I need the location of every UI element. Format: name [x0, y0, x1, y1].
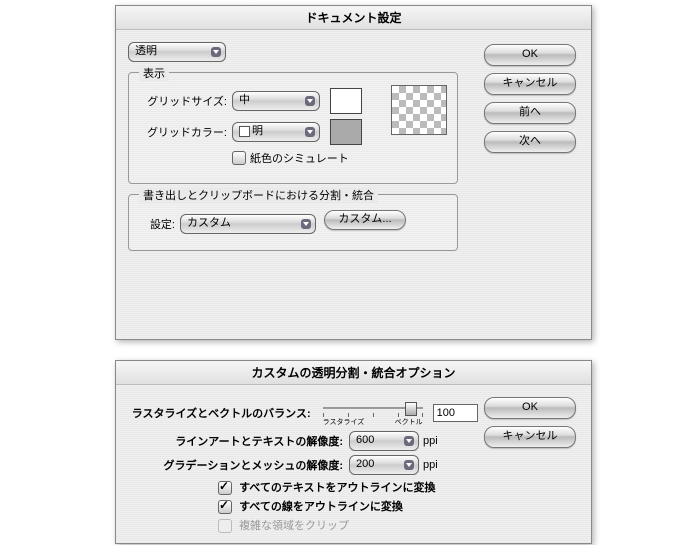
preset-select[interactable]: カスタム: [180, 214, 316, 234]
cancel-button[interactable]: キャンセル: [484, 73, 576, 95]
text-outline-label: すべてのテキストをアウトラインに変換: [239, 482, 435, 494]
balance-slider[interactable]: [323, 399, 423, 417]
gradient-select[interactable]: 200: [349, 455, 419, 475]
gradient-unit: ppi: [423, 459, 438, 471]
display-group: 表示 グリッドサイズ: 中 グリッドカラー: 明 紙色のシミュレート: [128, 72, 458, 184]
ok-button-2[interactable]: OK: [484, 397, 576, 419]
stroke-outline-label: すべての線をアウトラインに変換: [239, 501, 403, 513]
clip-complex-label: 複雑な領域をクリップ: [239, 520, 349, 532]
dialog2-title: カスタムの透明分割・統合オプション: [116, 361, 591, 385]
display-legend: 表示: [139, 65, 169, 81]
lineart-select[interactable]: 600: [349, 431, 419, 451]
section-select[interactable]: 透明: [128, 42, 226, 62]
simulate-paper-checkbox[interactable]: [232, 151, 246, 165]
lineart-label: ラインアートとテキストの解像度:: [128, 433, 343, 449]
ok-button[interactable]: OK: [484, 44, 576, 66]
gradient-label: グラデーションとメッシュの解像度:: [128, 457, 343, 473]
swatch-gray[interactable]: [330, 119, 362, 145]
flatten-group: 書き出しとクリップボードにおける分割・統合 設定: カスタム カスタム...: [128, 194, 458, 251]
grid-color-select[interactable]: 明: [232, 122, 320, 142]
grid-color-label: グリッドカラー:: [139, 124, 227, 140]
text-outline-checkbox[interactable]: [218, 481, 232, 495]
prev-button[interactable]: 前へ: [484, 102, 576, 124]
flattener-options-dialog: カスタムの透明分割・統合オプション ラスタライズとベクトルのバランス:: [115, 360, 592, 544]
dialog-title: ドキュメント設定: [116, 6, 591, 30]
next-button[interactable]: 次へ: [484, 131, 576, 153]
lineart-unit: ppi: [423, 435, 438, 447]
document-setup-dialog: ドキュメント設定 透明 表示 グリッドサイズ: 中 グリッドカラー: 明: [115, 5, 592, 340]
swatch-white[interactable]: [330, 88, 362, 114]
balance-label: ラスタライズとベクトルのバランス:: [128, 405, 311, 421]
flatten-legend: 書き出しとクリップボードにおける分割・統合: [139, 187, 378, 203]
custom-button[interactable]: カスタム...: [324, 210, 406, 230]
stroke-outline-checkbox[interactable]: [218, 500, 232, 514]
clip-complex-checkbox: [218, 519, 232, 533]
balance-input[interactable]: 100: [433, 404, 478, 422]
transparency-preview: [391, 85, 447, 135]
grid-size-select[interactable]: 中: [232, 91, 320, 111]
preset-label: 設定:: [139, 216, 175, 232]
grid-size-label: グリッドサイズ:: [139, 93, 227, 109]
simulate-paper-label: 紙色のシミュレート: [250, 150, 349, 166]
balance-min-label: ラスタライズ: [323, 417, 365, 427]
cancel-button-2[interactable]: キャンセル: [484, 426, 576, 448]
balance-max-label: ベクトル: [395, 417, 423, 427]
